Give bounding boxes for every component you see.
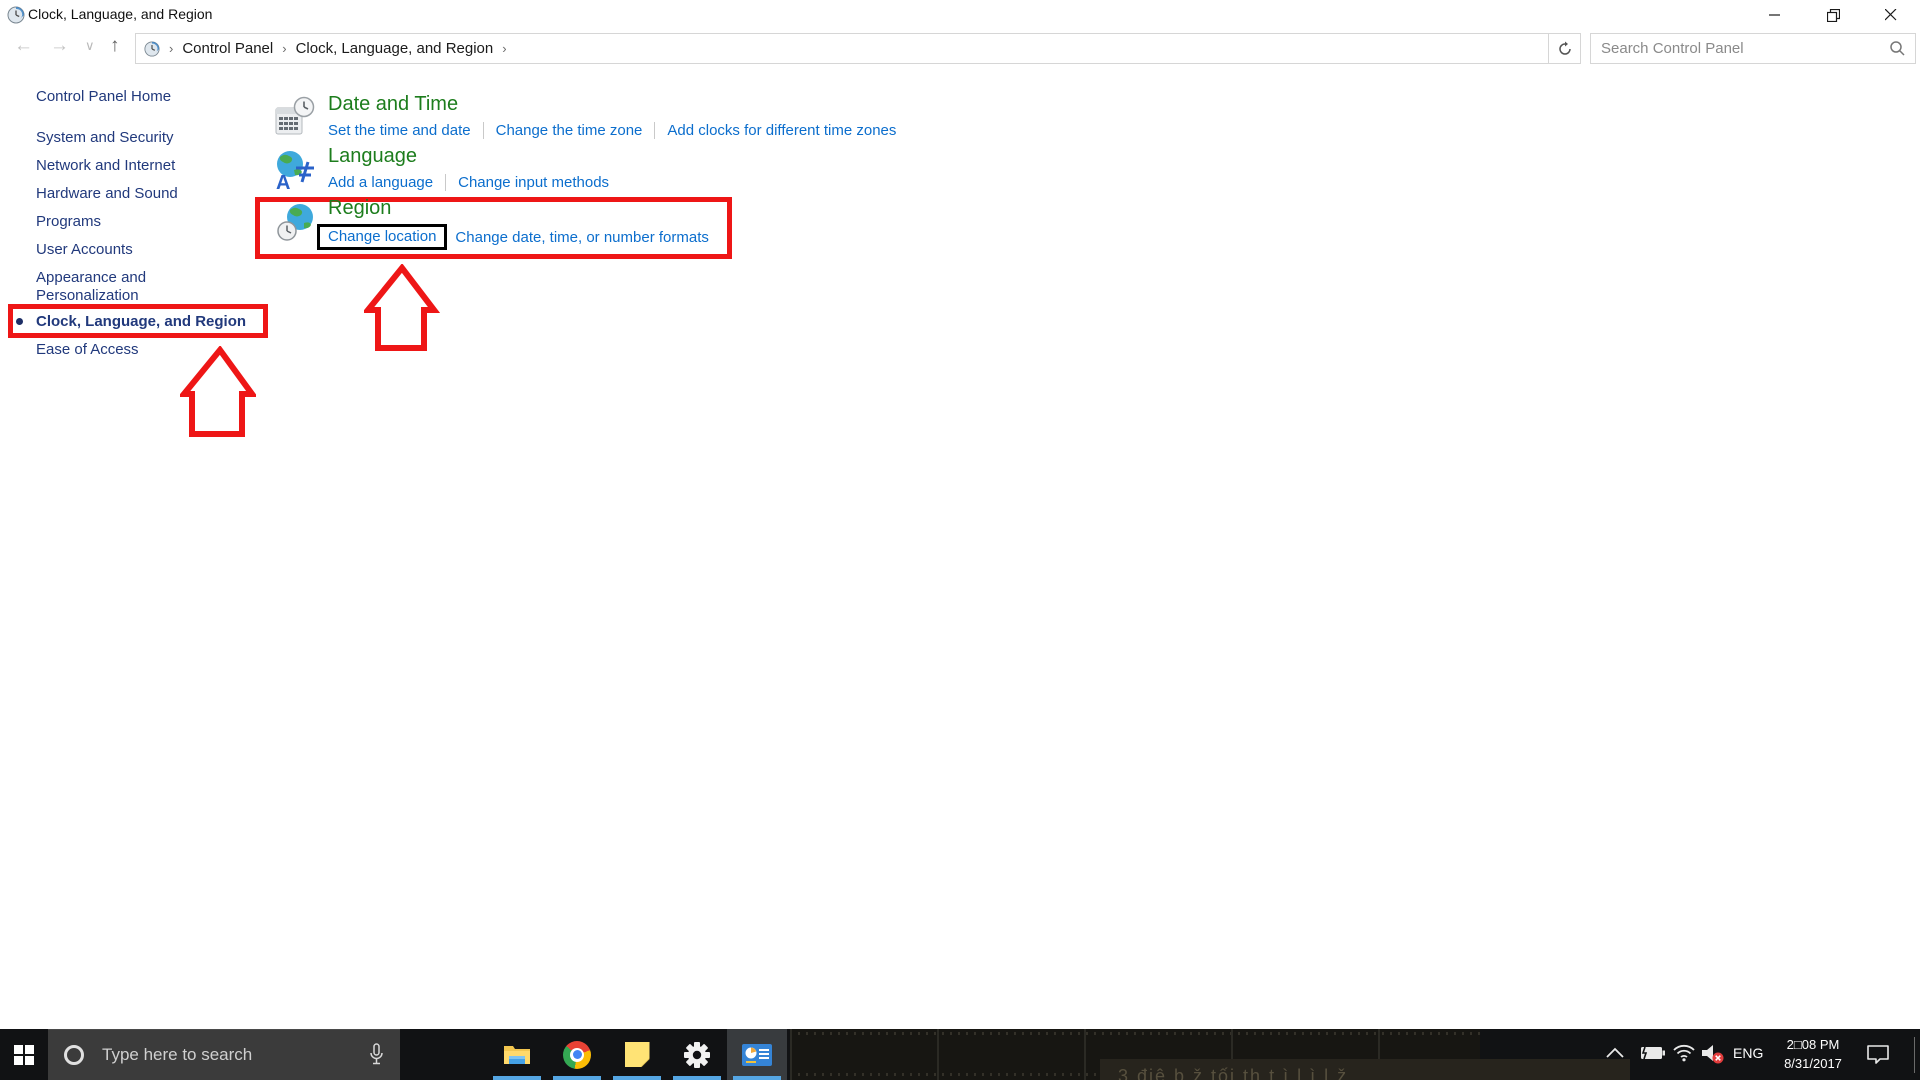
start-icon [14,1045,34,1065]
refresh-icon [1557,41,1573,57]
tray-time: 2□08 PM [1775,1035,1851,1054]
minimize-button[interactable] [1746,0,1804,30]
section-title-region[interactable]: Region [328,197,709,220]
link-add-clocks[interactable]: Add clocks for different time zones [667,122,896,139]
svg-text:A: A [276,172,290,192]
link-set-time-date[interactable]: Set the time and date [328,122,471,139]
link-add-language[interactable]: Add a language [328,174,433,191]
open-app-indicator [553,1076,601,1080]
section-date-time: Date and Time Set the time and date Chan… [328,93,896,139]
file-explorer-icon [503,1043,531,1067]
region-icon[interactable] [276,201,320,245]
taskbar-search-placeholder: Type here to search [102,1045,252,1065]
taskbar-sticky-notes[interactable] [607,1029,667,1080]
maximize-button[interactable] [1804,0,1862,30]
date-time-icon[interactable] [274,96,316,138]
open-app-indicator [493,1076,541,1080]
back-icon[interactable]: ← [14,35,33,57]
minimize-icon [1769,9,1781,21]
microphone-icon[interactable] [369,1043,384,1067]
window-title: Clock, Language, and Region [28,6,212,22]
sticky-notes-icon [625,1042,650,1067]
sidebar-item-programs[interactable]: Programs [36,213,226,231]
control-panel-icon [742,1044,772,1066]
breadcrumb-chevron-icon[interactable]: › [160,41,182,56]
annotation-arrow-region [364,264,440,352]
search-input[interactable] [1591,40,1890,57]
sidebar-item-hardware-sound[interactable]: Hardware and Sound [36,185,226,203]
content-area: Control Panel Home System and Security N… [0,68,1920,1029]
up-icon[interactable]: ↑ [110,35,120,57]
sidebar-item-appearance-personalization[interactable]: Appearance and Personalization [36,269,201,305]
sidebar-item-clock-language-region[interactable]: Clock, Language, and Region [36,313,266,331]
section-title-date-time[interactable]: Date and Time [328,93,896,116]
taskbar-file-explorer[interactable] [487,1029,547,1080]
video-caption-fragment: 3 điệ b ž tối th t ì l ì l ž [1100,1059,1630,1080]
tray-clock[interactable]: 2□08 PM 8/31/2017 [1775,1035,1851,1073]
close-icon [1885,9,1897,21]
settings-gear-icon [683,1041,711,1069]
link-change-input-methods[interactable]: Change input methods [458,174,609,191]
link-change-time-zone[interactable]: Change the time zone [496,122,643,139]
address-bar[interactable]: › Control Panel › Clock, Language, and R… [135,33,1580,64]
refresh-button[interactable] [1548,33,1581,64]
taskbar: Type here to search [0,1029,1920,1080]
link-change-location[interactable]: Change location [328,228,436,245]
link-separator [445,174,446,191]
forward-icon[interactable]: → [50,35,69,57]
sidebar-item-system-security[interactable]: System and Security [36,129,226,147]
taskbar-search[interactable]: Type here to search [48,1029,400,1080]
breadcrumb-control-panel[interactable]: Control Panel [182,40,273,57]
volume-muted-icon[interactable] [1700,1043,1726,1065]
link-separator [483,122,484,139]
breadcrumb-chevron-icon[interactable]: › [493,41,515,56]
language-icon[interactable]: A [272,148,316,192]
open-app-indicator [673,1076,721,1080]
titlebar: Clock, Language, and Region [0,0,1920,30]
app-clock-icon [7,6,25,24]
breadcrumb-current[interactable]: Clock, Language, and Region [296,40,494,57]
maximize-icon [1827,9,1840,22]
taskbar-settings[interactable] [667,1029,727,1080]
section-region: Region Change location Change date, time… [328,197,709,250]
open-app-indicator [613,1076,661,1080]
tray-date: 8/31/2017 [1775,1054,1851,1073]
sidebar-item-user-accounts[interactable]: User Accounts [36,241,226,259]
search-icon [1890,41,1905,56]
chrome-icon [563,1041,591,1069]
annotation-box-change-location: Change location [317,224,447,250]
breadcrumb-chevron-icon[interactable]: › [273,41,295,56]
control-panel-search[interactable] [1590,33,1916,64]
show-desktop-divider[interactable] [1914,1037,1915,1073]
battery-icon[interactable] [1638,1045,1666,1061]
sidebar-item-network-internet[interactable]: Network and Internet [36,157,226,175]
tray-chevron-icon[interactable] [1604,1046,1626,1060]
taskbar-chrome[interactable] [547,1029,607,1080]
wifi-icon[interactable] [1672,1044,1696,1062]
cortana-circle-icon [64,1045,84,1065]
link-separator [654,122,655,139]
action-center-icon[interactable] [1866,1044,1890,1065]
start-button[interactable] [0,1029,48,1080]
navigation-toolbar: ← → ∨ ↑ › Control Panel › Clock, Languag… [0,30,1920,68]
breadcrumb-clock-icon [144,41,160,57]
recent-pages-chevron-icon[interactable]: ∨ [85,38,95,54]
tray-language[interactable]: ENG [1733,1045,1763,1061]
sidebar-item-control-panel-home[interactable]: Control Panel Home [36,88,226,106]
open-app-indicator [733,1076,781,1080]
screen: Clock, Language, and Region ← → ∨ ↑ [0,0,1920,1080]
annotation-arrow-sidebar [180,346,256,438]
section-title-language[interactable]: Language [328,145,609,168]
close-button[interactable] [1862,0,1920,30]
taskbar-control-panel-active[interactable] [727,1029,787,1080]
selected-bullet-icon [16,318,23,325]
section-language: Language Add a language Change input met… [328,145,609,191]
link-change-date-time-formats[interactable]: Change date, time, or number formats [455,229,708,246]
